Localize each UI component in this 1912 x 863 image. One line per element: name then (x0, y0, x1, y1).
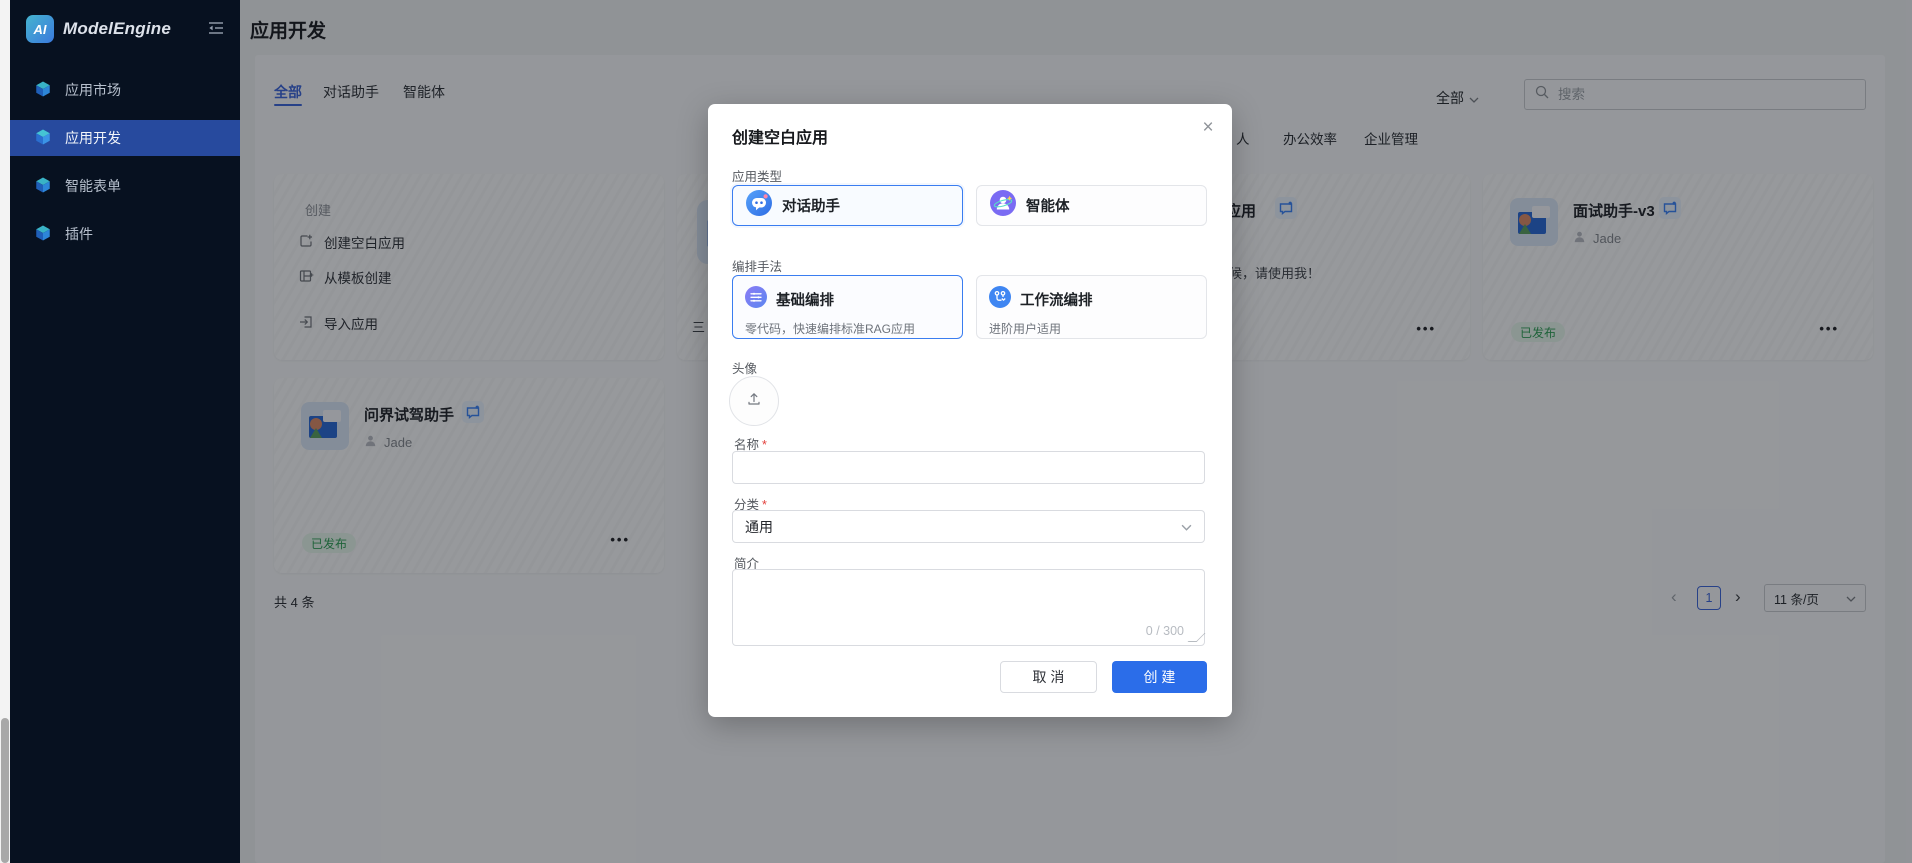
logo-text: ModelEngine (63, 19, 171, 38)
page-scrollbar-track[interactable] (0, 0, 10, 863)
cube-icon (34, 80, 52, 101)
app-type-option-agent[interactable]: 智能体 (976, 185, 1207, 226)
app-type-option-chat[interactable]: 对话助手 (732, 185, 963, 226)
category-select[interactable]: 通用 (732, 510, 1205, 543)
agent-icon (990, 190, 1016, 221)
upload-icon (746, 391, 762, 412)
option-desc: 进阶用户适用 (989, 322, 1062, 336)
sidebar-item-label: 智能表单 (65, 178, 121, 194)
sidebar-item-label: 应用开发 (65, 130, 121, 146)
modal-title: 创建空白应用 (732, 130, 829, 147)
sidebar-item-smart-form[interactable]: 智能表单 (10, 168, 240, 204)
name-input[interactable] (732, 451, 1205, 484)
option-label: 对话助手 (782, 199, 840, 215)
sidebar-item-app-market[interactable]: 应用市场 (10, 72, 240, 108)
logo: AI ModelEngine (26, 14, 171, 44)
chat-assistant-icon (746, 190, 772, 221)
create-blank-app-modal: 创建空白应用 × 应用类型 对话助手 智能体 编排手法 基础编排 零代码，快速编… (708, 104, 1232, 717)
option-label: 基础编排 (776, 293, 834, 309)
cube-icon (34, 128, 52, 149)
sidebar-item-label: 应用市场 (65, 82, 121, 98)
orchestration-option-workflow[interactable]: 工作流编排 进阶用户适用 (976, 275, 1207, 339)
workflow-icon (989, 286, 1011, 313)
char-counter: 0 / 300 (1145, 624, 1184, 638)
option-label: 工作流编排 (1020, 293, 1093, 309)
app-window: AI ModelEngine 应用市场 应用开发 智能表单 插件 应用开发 全部… (0, 0, 1912, 863)
option-desc: 零代码，快速编排标准RAG应用 (745, 322, 916, 336)
basic-orchestration-icon (745, 286, 767, 313)
chevron-down-icon (1181, 518, 1192, 536)
create-button[interactable]: 创 建 (1112, 661, 1207, 693)
sidebar: AI ModelEngine 应用市场 应用开发 智能表单 插件 (10, 0, 240, 863)
close-icon[interactable]: × (1196, 116, 1220, 140)
intro-textarea[interactable] (733, 570, 1204, 645)
required-mark: * (762, 438, 767, 452)
orchestration-label: 编排手法 (732, 260, 783, 274)
logo-ai-icon: AI (26, 15, 54, 43)
sidebar-collapse-icon[interactable] (208, 21, 224, 40)
avatar-label: 头像 (732, 362, 758, 376)
avatar-upload-button[interactable] (729, 376, 779, 426)
sidebar-item-plugin[interactable]: 插件 (10, 216, 240, 252)
cube-icon (34, 176, 52, 197)
app-type-label: 应用类型 (732, 170, 783, 184)
cube-icon (34, 224, 52, 245)
category-value: 通用 (745, 518, 773, 535)
option-label: 智能体 (1026, 199, 1070, 215)
sidebar-item-app-dev[interactable]: 应用开发 (10, 120, 240, 156)
intro-textarea-wrap: 0 / 300 (732, 569, 1206, 646)
cancel-button[interactable]: 取 消 (1000, 661, 1097, 693)
page-scrollbar-thumb[interactable] (1, 718, 9, 863)
sidebar-item-label: 插件 (65, 226, 93, 242)
orchestration-option-basic[interactable]: 基础编排 零代码，快速编排标准RAG应用 (732, 275, 963, 339)
